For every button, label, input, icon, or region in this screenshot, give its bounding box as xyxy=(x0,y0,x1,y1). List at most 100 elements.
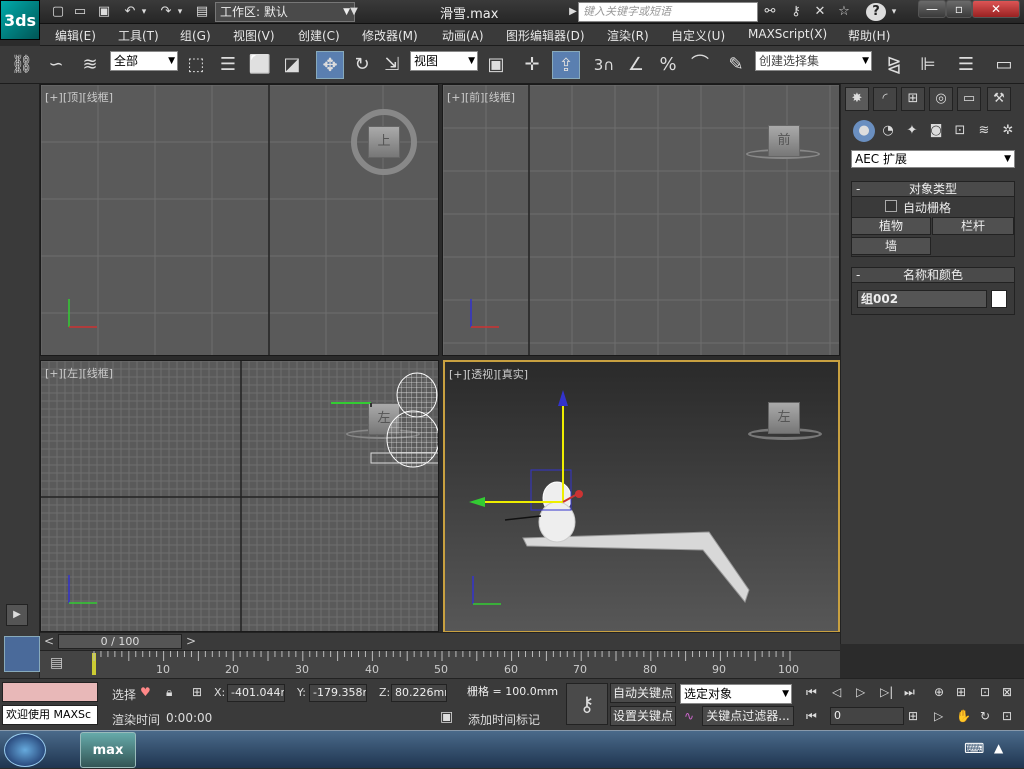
edit-named-selection-icon[interactable]: ✎ xyxy=(722,51,750,79)
menu-customize[interactable]: 自定义(U) xyxy=(671,27,725,44)
viewport-shading-mode[interactable]: [线框] xyxy=(82,91,113,104)
expand-panel-icon[interactable]: ▶ xyxy=(6,604,28,626)
app-logo-button[interactable]: 3ds xyxy=(0,0,40,40)
railing-button[interactable]: 栏杆 xyxy=(932,217,1014,235)
maximize-button[interactable]: ▫ xyxy=(946,0,972,18)
time-slider-prev-icon[interactable]: < xyxy=(44,634,54,648)
foliage-button[interactable]: 植物 xyxy=(851,217,931,235)
select-and-rotate-icon[interactable]: ↻ xyxy=(348,51,376,79)
project-folder-icon[interactable]: ▤ xyxy=(192,3,212,21)
snaps-toggle-icon[interactable]: 3∩ xyxy=(590,51,618,79)
set-key-button[interactable]: 设置关键点 xyxy=(610,706,676,726)
menu-create[interactable]: 创建(C) xyxy=(298,27,340,44)
spinner-snap-icon[interactable]: ⌒ xyxy=(686,51,714,79)
menu-modifiers[interactable]: 修改器(M) xyxy=(362,27,418,44)
modify-tab-icon[interactable]: ◜ xyxy=(873,87,897,111)
minimize-button[interactable]: — xyxy=(918,0,946,18)
pan-view-icon[interactable]: ✋ xyxy=(956,709,971,723)
z-coordinate-input[interactable]: 80.226mm xyxy=(391,684,447,702)
redo-dropdown-icon[interactable]: ▾ xyxy=(174,3,186,21)
name-color-rollout[interactable]: - 名称和颜色 xyxy=(851,267,1015,283)
geometry-icon[interactable]: ● xyxy=(853,120,875,142)
select-and-move-icon[interactable]: ✥ xyxy=(316,51,344,79)
helpers-icon[interactable]: ⊡ xyxy=(949,120,971,142)
window-crossing-icon[interactable]: ◪ xyxy=(278,51,306,79)
space-warps-icon[interactable]: ≋ xyxy=(973,120,995,142)
menu-help[interactable]: 帮助(H) xyxy=(848,27,890,44)
viewcube[interactable]: 前 xyxy=(768,125,800,157)
shapes-icon[interactable]: ◔ xyxy=(877,120,899,142)
lights-icon[interactable]: ✦ xyxy=(901,120,923,142)
mirror-icon[interactable]: ⧎ xyxy=(880,51,908,79)
next-frame-icon[interactable]: ▷| xyxy=(880,685,893,699)
key-filters-button[interactable]: 关键点过滤器... xyxy=(702,706,794,726)
undo-icon[interactable]: ↶ xyxy=(120,3,140,21)
undo-dropdown-icon[interactable]: ▾ xyxy=(138,3,150,21)
binoculars-icon[interactable]: ⚯ xyxy=(760,3,780,21)
menu-tools[interactable]: 工具(T) xyxy=(118,27,159,44)
favorite-star-icon[interactable]: ☆ xyxy=(834,3,854,21)
time-tag-icon[interactable]: ▣ xyxy=(440,709,453,725)
cameras-icon[interactable]: ◙ xyxy=(925,120,947,142)
key-mode-dropdown[interactable]: 选定对象 xyxy=(680,684,792,704)
viewport-perspective[interactable]: [+][透视][真实] 左 xyxy=(443,360,840,633)
select-and-scale-icon[interactable]: ⇲ xyxy=(378,51,406,79)
viewport-front[interactable]: [+][前][线框] 前 xyxy=(442,84,840,356)
select-object-icon[interactable]: ⬚ xyxy=(182,51,210,79)
play-icon[interactable]: ▷ xyxy=(856,685,865,699)
start-button[interactable] xyxy=(4,733,46,767)
previous-frame-icon[interactable]: ◁ xyxy=(832,685,841,699)
auto-grid-checkbox[interactable] xyxy=(885,200,897,212)
keyboard-tray-icon[interactable]: ⌨ xyxy=(964,741,984,757)
y-coordinate-input[interactable]: -179.358m xyxy=(309,684,367,702)
x-coordinate-input[interactable]: -401.044m xyxy=(227,684,285,702)
link-icon[interactable]: ⛓ xyxy=(8,51,36,79)
viewport-layout-icon[interactable] xyxy=(4,636,40,672)
display-tab-icon[interactable]: ▭ xyxy=(957,87,981,111)
help-dropdown-icon[interactable]: ▾ xyxy=(888,3,900,21)
viewport-plus-menu[interactable]: [+] xyxy=(447,91,465,104)
taskbar-3dsmax-button[interactable]: max xyxy=(80,732,136,768)
keyboard-shortcut-override-icon[interactable]: ⇪ xyxy=(552,51,580,79)
maxscript-prompt[interactable]: 欢迎使用 MAXSc xyxy=(2,705,98,725)
menu-maxscript[interactable]: MAXScript(X) xyxy=(748,27,827,41)
viewport-top[interactable]: [+][顶][线框] 上 xyxy=(40,84,439,356)
menu-rendering[interactable]: 渲染(R) xyxy=(607,27,649,44)
viewport-view-name[interactable]: [左] xyxy=(63,367,83,380)
isolate-icon[interactable]: ♥ xyxy=(140,685,151,699)
viewport-shading-mode[interactable]: [线框] xyxy=(484,91,515,104)
layer-manager-icon[interactable]: ☰ xyxy=(952,51,980,79)
wall-button[interactable]: 墙 xyxy=(851,237,931,255)
named-selection-set-dropdown[interactable]: 创建选择集 xyxy=(755,51,872,71)
viewcube[interactable]: 上 xyxy=(368,126,400,158)
tools-icon[interactable]: ✕ xyxy=(810,3,830,21)
viewport-plus-menu[interactable]: [+] xyxy=(45,91,63,104)
time-slider-next-icon[interactable]: > xyxy=(186,634,196,648)
close-button[interactable]: ✕ xyxy=(972,0,1020,18)
key-mode-toggle-icon[interactable]: ⏮ xyxy=(806,709,817,724)
add-time-tag-button[interactable]: 添加时间标记 xyxy=(468,711,540,728)
utilities-tab-icon[interactable]: ⚒ xyxy=(987,87,1011,111)
mini-curve-editor-icon[interactable]: ▤ xyxy=(50,655,63,671)
help-icon[interactable]: ? xyxy=(866,3,886,21)
create-tab-icon[interactable]: ✸ xyxy=(845,87,869,111)
orbit-icon[interactable]: ↻ xyxy=(980,709,990,723)
select-and-manipulate-icon[interactable]: ✛ xyxy=(518,51,546,79)
select-by-name-icon[interactable]: ☰ xyxy=(214,51,242,79)
viewport-plus-menu[interactable]: [+] xyxy=(45,367,63,380)
object-name-input[interactable]: 组002 xyxy=(857,290,987,308)
new-file-icon[interactable]: ▢ xyxy=(48,3,68,21)
go-to-end-icon[interactable]: ⏭ xyxy=(904,685,915,700)
category-dropdown[interactable]: AEC 扩展 ▼ xyxy=(851,150,1015,168)
hierarchy-tab-icon[interactable]: ⊞ xyxy=(901,87,925,111)
percent-snap-icon[interactable]: % xyxy=(654,51,682,79)
zoom-extents-icon[interactable]: ⊡ xyxy=(980,685,990,699)
go-to-start-icon[interactable]: ⏮ xyxy=(806,685,817,700)
systems-icon[interactable]: ✲ xyxy=(997,120,1019,142)
viewport-shading-mode[interactable]: [线框] xyxy=(82,367,113,380)
maximize-viewport-icon[interactable]: ⊡ xyxy=(1002,709,1012,723)
zoom-icon[interactable]: ⊕ xyxy=(934,685,944,699)
align-icon[interactable]: ⊫ xyxy=(914,51,942,79)
search-input[interactable]: 键入关键字或短语 xyxy=(578,2,758,22)
object-color-swatch[interactable] xyxy=(991,290,1007,308)
